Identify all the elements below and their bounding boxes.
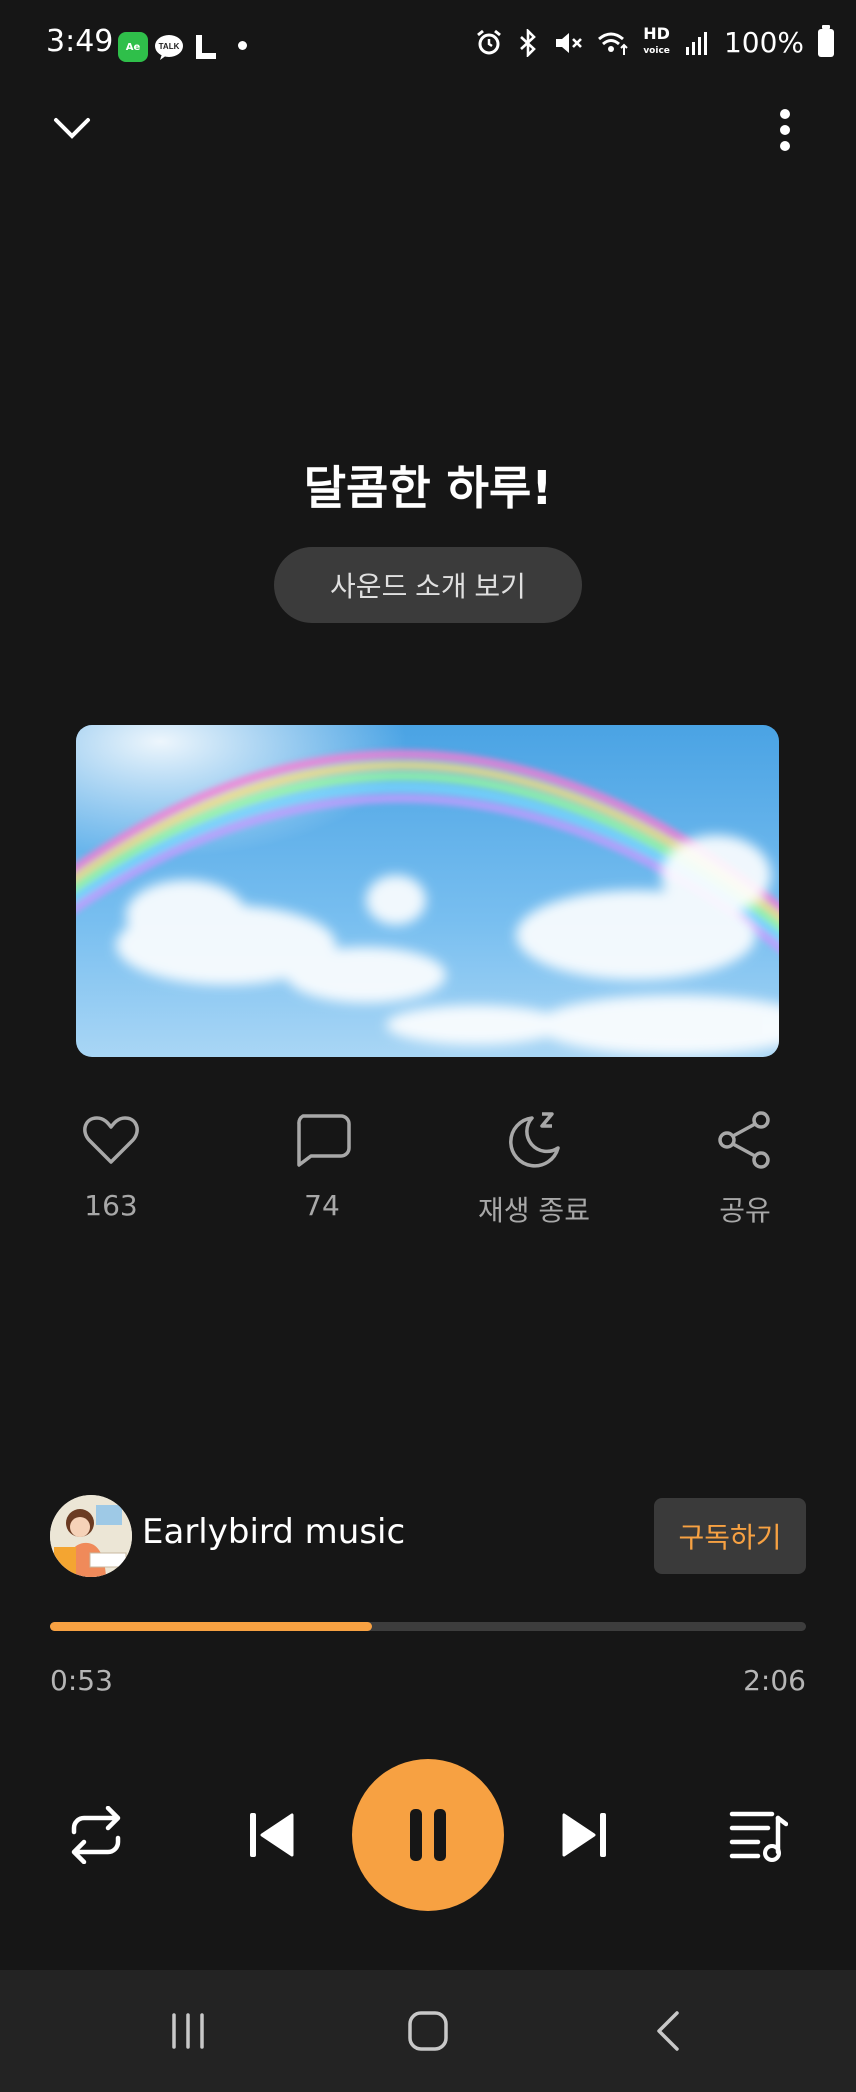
sleep-timer-action[interactable]: 재생 종료 [434,1105,634,1229]
status-icons: HD voice 100% [475,24,834,59]
skip-next-icon [562,1813,606,1857]
previous-button[interactable] [240,1795,304,1875]
album-artwork [76,725,779,1057]
heart-icon [83,1116,139,1164]
back-icon [657,2011,679,2051]
action-row: 163 74 재생 종료 공유 [0,1105,856,1235]
moon-sleep-icon [509,1112,560,1168]
bluetooth-icon [520,28,537,57]
wifi-icon [598,32,628,55]
l-app-icon [192,32,222,62]
like-action[interactable]: 163 [11,1105,211,1222]
share-icon [718,1111,770,1169]
progress-fill [50,1622,373,1631]
svg-text:TALK: TALK [159,42,180,51]
comment-action[interactable]: 74 [222,1105,422,1222]
channel-avatar-illustration [50,1495,132,1577]
channel-name[interactable]: Earlybird music [142,1512,405,1552]
home-button[interactable] [368,1970,488,2092]
next-button[interactable] [552,1795,616,1875]
progress-bar[interactable] [50,1622,806,1631]
battery-icon [818,24,834,57]
recent-apps-button[interactable] [128,1970,248,2092]
rainbow-sky-image [76,725,779,1057]
more-options-button[interactable] [760,100,810,160]
current-time: 0:53 [50,1664,113,1697]
sound-intro-button[interactable]: 사운드 소개 보기 [274,547,582,623]
kakaotalk-icon: TALK [154,32,184,62]
ae-app-icon: Ae [118,32,148,62]
hd-voice-label: HD voice [643,24,670,57]
alarm-icon [477,29,502,54]
recent-apps-icon [172,2013,204,2049]
like-count: 163 [84,1189,138,1222]
status-bar: 3:49 Ae TALK HD voice 100% [0,0,856,92]
skip-previous-icon [250,1813,294,1857]
total-time: 2:06 [743,1664,806,1697]
repeat-icon [71,1806,121,1864]
more-vertical-icon [780,109,790,151]
subscribe-button[interactable]: 구독하기 [654,1498,806,1574]
collapse-button[interactable] [44,100,100,156]
chevron-down-icon [54,118,90,139]
mute-icon [556,32,583,53]
comment-count: 74 [304,1189,340,1222]
sleep-timer-label: 재생 종료 [478,1194,590,1227]
battery-percent: 100% [723,26,804,59]
track-title: 달콤한 하루! [303,461,553,515]
back-button[interactable] [608,1970,728,2092]
playlist-icon [729,1811,788,1862]
pause-icon [410,1809,446,1861]
playlist-button[interactable] [722,1795,794,1875]
repeat-button[interactable] [60,1795,132,1875]
notification-dot-icon [238,41,247,50]
home-icon [408,2011,448,2051]
system-nav-bar [0,1970,856,2092]
status-time: 3:49 [46,24,114,59]
channel-avatar[interactable] [50,1495,132,1577]
comment-icon [297,1114,351,1167]
share-label: 공유 [719,1194,771,1227]
signal-icon [685,31,707,55]
pause-button[interactable] [352,1759,504,1911]
share-action[interactable]: 공유 [645,1105,845,1229]
